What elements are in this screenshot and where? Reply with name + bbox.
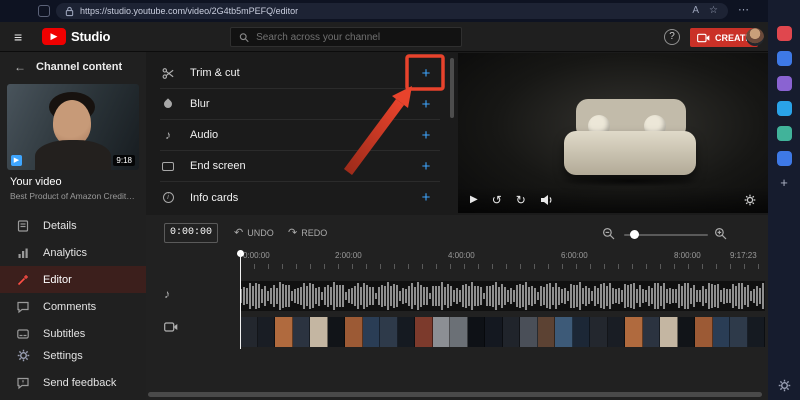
edge-app-icon-3[interactable] [777, 76, 792, 91]
youtube-studio-editor: https://studio.youtube.com/video/2G4tb5m… [0, 0, 800, 400]
music-note-icon: ♪ [160, 128, 176, 142]
video-duration-badge: 9:18 [113, 155, 135, 166]
feature-row-end-screen[interactable]: End screen + [160, 151, 440, 182]
youtube-play-logo-icon: ▶ [42, 28, 66, 45]
earbuds-case [564, 131, 696, 175]
sidebar-menu: Details Analytics Editor Comments [0, 212, 146, 347]
url-text: https://studio.youtube.com/video/2G4tb5m… [80, 6, 298, 16]
edge-app-icon-4[interactable] [777, 101, 792, 116]
analytics-icon [16, 246, 30, 260]
redo-arrow-icon: ↷ [288, 229, 297, 238]
audio-waveform[interactable] [240, 281, 765, 311]
browser-menu-icon[interactable]: ⋯ [738, 3, 749, 16]
sidebar-item-settings[interactable]: Settings [0, 342, 146, 369]
audio-track-icon: ♪ [164, 287, 170, 301]
browser-extension-icon[interactable] [38, 5, 50, 17]
add-blur-button[interactable]: + [416, 96, 436, 113]
feedback-icon [16, 376, 30, 390]
editor-wand-icon [16, 273, 30, 287]
timeline-panel: 0:00:00 ↶ UNDO ↷ REDO 0:00:00 2:00:00 4:… [146, 215, 768, 400]
back-to-channel-content[interactable]: ← Channel content [14, 60, 122, 74]
edge-app-icon-5[interactable] [777, 126, 792, 141]
comments-icon [16, 300, 30, 314]
details-icon [16, 219, 30, 233]
sidebar-item-analytics[interactable]: Analytics [0, 239, 146, 266]
zoom-slider-handle[interactable] [630, 230, 639, 239]
edge-app-icon-1[interactable] [777, 26, 792, 41]
video-preview[interactable]: ▶ ↺ ↻ [458, 53, 768, 213]
timeline-horizontal-scrollbar[interactable] [148, 392, 762, 397]
scissors-icon [160, 67, 176, 80]
sidebar-item-editor[interactable]: Editor [0, 266, 146, 293]
edge-app-icon-6[interactable] [777, 151, 792, 166]
channel-sidebar: ← Channel content ▶ 9:18 Your video Best… [0, 52, 146, 400]
end-screen-icon [160, 162, 176, 171]
sidebar-footer-menu: Settings Send feedback [0, 342, 146, 396]
address-bar[interactable]: https://studio.youtube.com/video/2G4tb5m… [56, 3, 728, 19]
studio-logo-text: Studio [71, 29, 110, 44]
preview-settings-gear-icon[interactable] [744, 194, 756, 206]
video-track-icon [164, 321, 178, 335]
studio-header: ≡ ▶ Studio ? CREATE [0, 22, 768, 52]
channel-search[interactable] [230, 27, 462, 47]
sidebar-item-send-feedback[interactable]: Send feedback [0, 369, 146, 396]
undo-arrow-icon: ↶ [234, 229, 243, 238]
edge-app-list [777, 26, 792, 166]
video-title: Your video [10, 176, 62, 188]
lock-icon [65, 6, 74, 17]
avatar[interactable] [746, 28, 764, 46]
video-subtitle: Best Product of Amazon Credits- A... [10, 191, 136, 201]
edge-settings-gear-icon[interactable] [778, 379, 791, 392]
create-camera-icon [697, 33, 710, 43]
feature-row-info-cards[interactable]: i Info cards + [160, 182, 440, 213]
feature-row-blur[interactable]: Blur + [160, 89, 440, 120]
zoom-in-icon[interactable] [714, 227, 727, 240]
preview-controls: ▶ ↺ ↻ [458, 187, 768, 213]
zoom-out-icon[interactable] [602, 227, 615, 240]
redo-button[interactable]: ↷ REDO [288, 228, 327, 238]
add-trim-cut-button[interactable]: + [416, 65, 436, 82]
feature-row-trim-cut[interactable]: Trim & cut + [160, 58, 440, 89]
timeline-end-time: 9:17:23 [730, 251, 757, 260]
volume-icon[interactable] [540, 194, 554, 206]
favorite-star-icon[interactable]: ☆ [709, 3, 718, 19]
add-end-screen-button[interactable]: + [416, 158, 436, 175]
sidebar-item-details[interactable]: Details [0, 212, 146, 239]
video-filmstrip[interactable] [240, 317, 765, 347]
settings-gear-icon [16, 349, 30, 362]
replay-button[interactable]: ↺ [492, 194, 502, 206]
thumbnail-editor-badge: ▶ [11, 155, 22, 166]
search-input[interactable] [256, 32, 453, 43]
search-icon [239, 32, 249, 43]
read-aloud-icon[interactable]: A [692, 3, 699, 19]
timecode-field[interactable]: 0:00:00 [164, 223, 218, 243]
hamburger-menu-icon[interactable]: ≡ [14, 29, 22, 45]
back-arrow-icon: ← [14, 60, 26, 74]
info-icon: i [160, 192, 176, 203]
studio-logo[interactable]: ▶ Studio [42, 28, 110, 45]
feature-list-scrollbar[interactable] [450, 58, 454, 118]
add-audio-button[interactable]: + [416, 127, 436, 144]
feature-row-audio[interactable]: ♪ Audio + [160, 120, 440, 151]
editor-main-panel: Trim & cut + Blur + ♪ Audio + End screen… [146, 52, 768, 215]
playhead[interactable] [240, 253, 241, 349]
blur-droplet-icon [160, 100, 176, 108]
play-button[interactable]: ▶ [470, 194, 478, 206]
edge-app-icon-2[interactable] [777, 51, 792, 66]
sidebar-item-comments[interactable]: Comments [0, 293, 146, 320]
browser-bar: https://studio.youtube.com/video/2G4tb5m… [0, 0, 800, 22]
add-info-cards-button[interactable]: + [416, 189, 436, 206]
forward-button[interactable]: ↻ [516, 194, 526, 206]
help-button[interactable]: ? [664, 29, 680, 45]
subtitles-icon [16, 327, 30, 341]
edge-add-icon[interactable]: + [780, 176, 788, 189]
undo-button[interactable]: ↶ UNDO [234, 228, 274, 238]
video-thumbnail[interactable]: ▶ 9:18 [7, 84, 139, 170]
back-label: Channel content [36, 61, 122, 73]
edge-sidebar: + [768, 0, 800, 400]
